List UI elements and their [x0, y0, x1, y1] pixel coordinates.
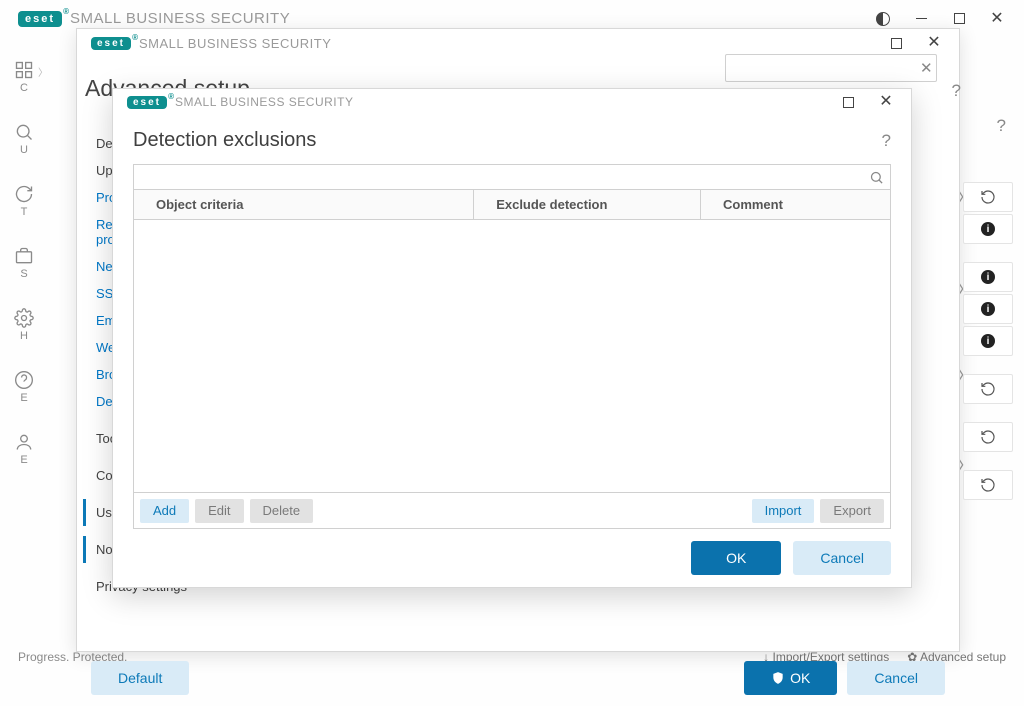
- sidebar-item-tools[interactable]: S: [14, 246, 34, 280]
- sidebar-item-dashboard[interactable]: C 〉: [14, 60, 34, 94]
- adv-titlebar: eset SMALL BUSINESS SECURITY ✕: [77, 29, 959, 57]
- excl-titlebar: eset SMALL BUSINESS SECURITY ✕: [113, 89, 911, 115]
- help-icon[interactable]: ?: [997, 116, 1006, 136]
- excl-body: Detection exclusions ? Object criteria E…: [113, 115, 911, 529]
- info-icon[interactable]: i: [963, 294, 1013, 324]
- detection-exclusions-dialog: eset SMALL BUSINESS SECURITY ✕ Detection…: [112, 88, 912, 588]
- help-icon[interactable]: ?: [882, 131, 891, 151]
- col-object-criteria[interactable]: Object criteria: [134, 190, 474, 219]
- close-button[interactable]: ✕: [867, 87, 905, 117]
- help-icon[interactable]: ?: [952, 81, 961, 101]
- excl-actions: Add Edit Delete Import Export: [133, 493, 891, 529]
- maximize-button[interactable]: [829, 87, 867, 117]
- excl-table-header: Object criteria Exclude detection Commen…: [134, 190, 890, 220]
- sidebar-item-update[interactable]: T: [14, 184, 34, 218]
- revert-icon[interactable]: [963, 470, 1013, 500]
- excl-title: Detection exclusions: [133, 129, 316, 152]
- excl-table: Object criteria Exclude detection Commen…: [133, 189, 891, 493]
- delete-button[interactable]: Delete: [250, 499, 314, 523]
- cancel-button[interactable]: Cancel: [793, 541, 891, 575]
- shield-icon: [771, 671, 785, 685]
- clear-icon[interactable]: ✕: [920, 59, 933, 77]
- default-button[interactable]: Default: [91, 661, 189, 695]
- excl-search[interactable]: [133, 164, 891, 190]
- revert-icon[interactable]: [963, 374, 1013, 404]
- col-comment[interactable]: Comment: [701, 190, 890, 219]
- eset-logo: eset SMALL BUSINESS SECURITY: [91, 36, 331, 51]
- revert-icon[interactable]: [963, 182, 1013, 212]
- export-button[interactable]: Export: [820, 499, 884, 523]
- eset-logo: eset SMALL BUSINESS SECURITY: [127, 95, 353, 109]
- edit-button[interactable]: Edit: [195, 499, 243, 523]
- search-icon: [869, 170, 884, 185]
- excl-footer: OK Cancel: [113, 529, 911, 587]
- sidebar-item-settings[interactable]: H: [14, 308, 34, 342]
- chevron-right-icon: 〉: [38, 64, 48, 79]
- ok-button[interactable]: OK: [744, 661, 837, 695]
- info-icon[interactable]: i: [963, 326, 1013, 356]
- close-button[interactable]: ✕: [978, 4, 1016, 34]
- sidebar-item-help[interactable]: E: [14, 370, 34, 404]
- sidebar-item-search[interactable]: U: [14, 122, 34, 156]
- adv-footer: Default OK Cancel: [77, 650, 959, 706]
- excl-search-input[interactable]: [140, 169, 869, 186]
- sidebar-item-account[interactable]: E: [14, 432, 34, 466]
- main-left-sidebar: C 〉 U T S H E: [0, 38, 48, 644]
- excl-table-body: [134, 220, 890, 492]
- eset-logo: eset SMALL BUSINESS SECURITY: [18, 10, 290, 27]
- adv-search-input[interactable]: [732, 61, 920, 76]
- add-button[interactable]: Add: [140, 499, 189, 523]
- eset-product-name: SMALL BUSINESS SECURITY: [70, 10, 290, 27]
- info-icon[interactable]: i: [963, 262, 1013, 292]
- adv-side-icons: i i i i: [963, 182, 1013, 502]
- ok-button[interactable]: OK: [691, 541, 781, 575]
- adv-search[interactable]: ✕: [725, 54, 937, 82]
- cancel-button[interactable]: Cancel: [847, 661, 945, 695]
- import-button[interactable]: Import: [752, 499, 815, 523]
- revert-icon[interactable]: [963, 422, 1013, 452]
- info-icon[interactable]: i: [963, 214, 1013, 244]
- eset-logo-badge: eset: [18, 11, 62, 27]
- col-exclude-detection[interactable]: Exclude detection: [474, 190, 701, 219]
